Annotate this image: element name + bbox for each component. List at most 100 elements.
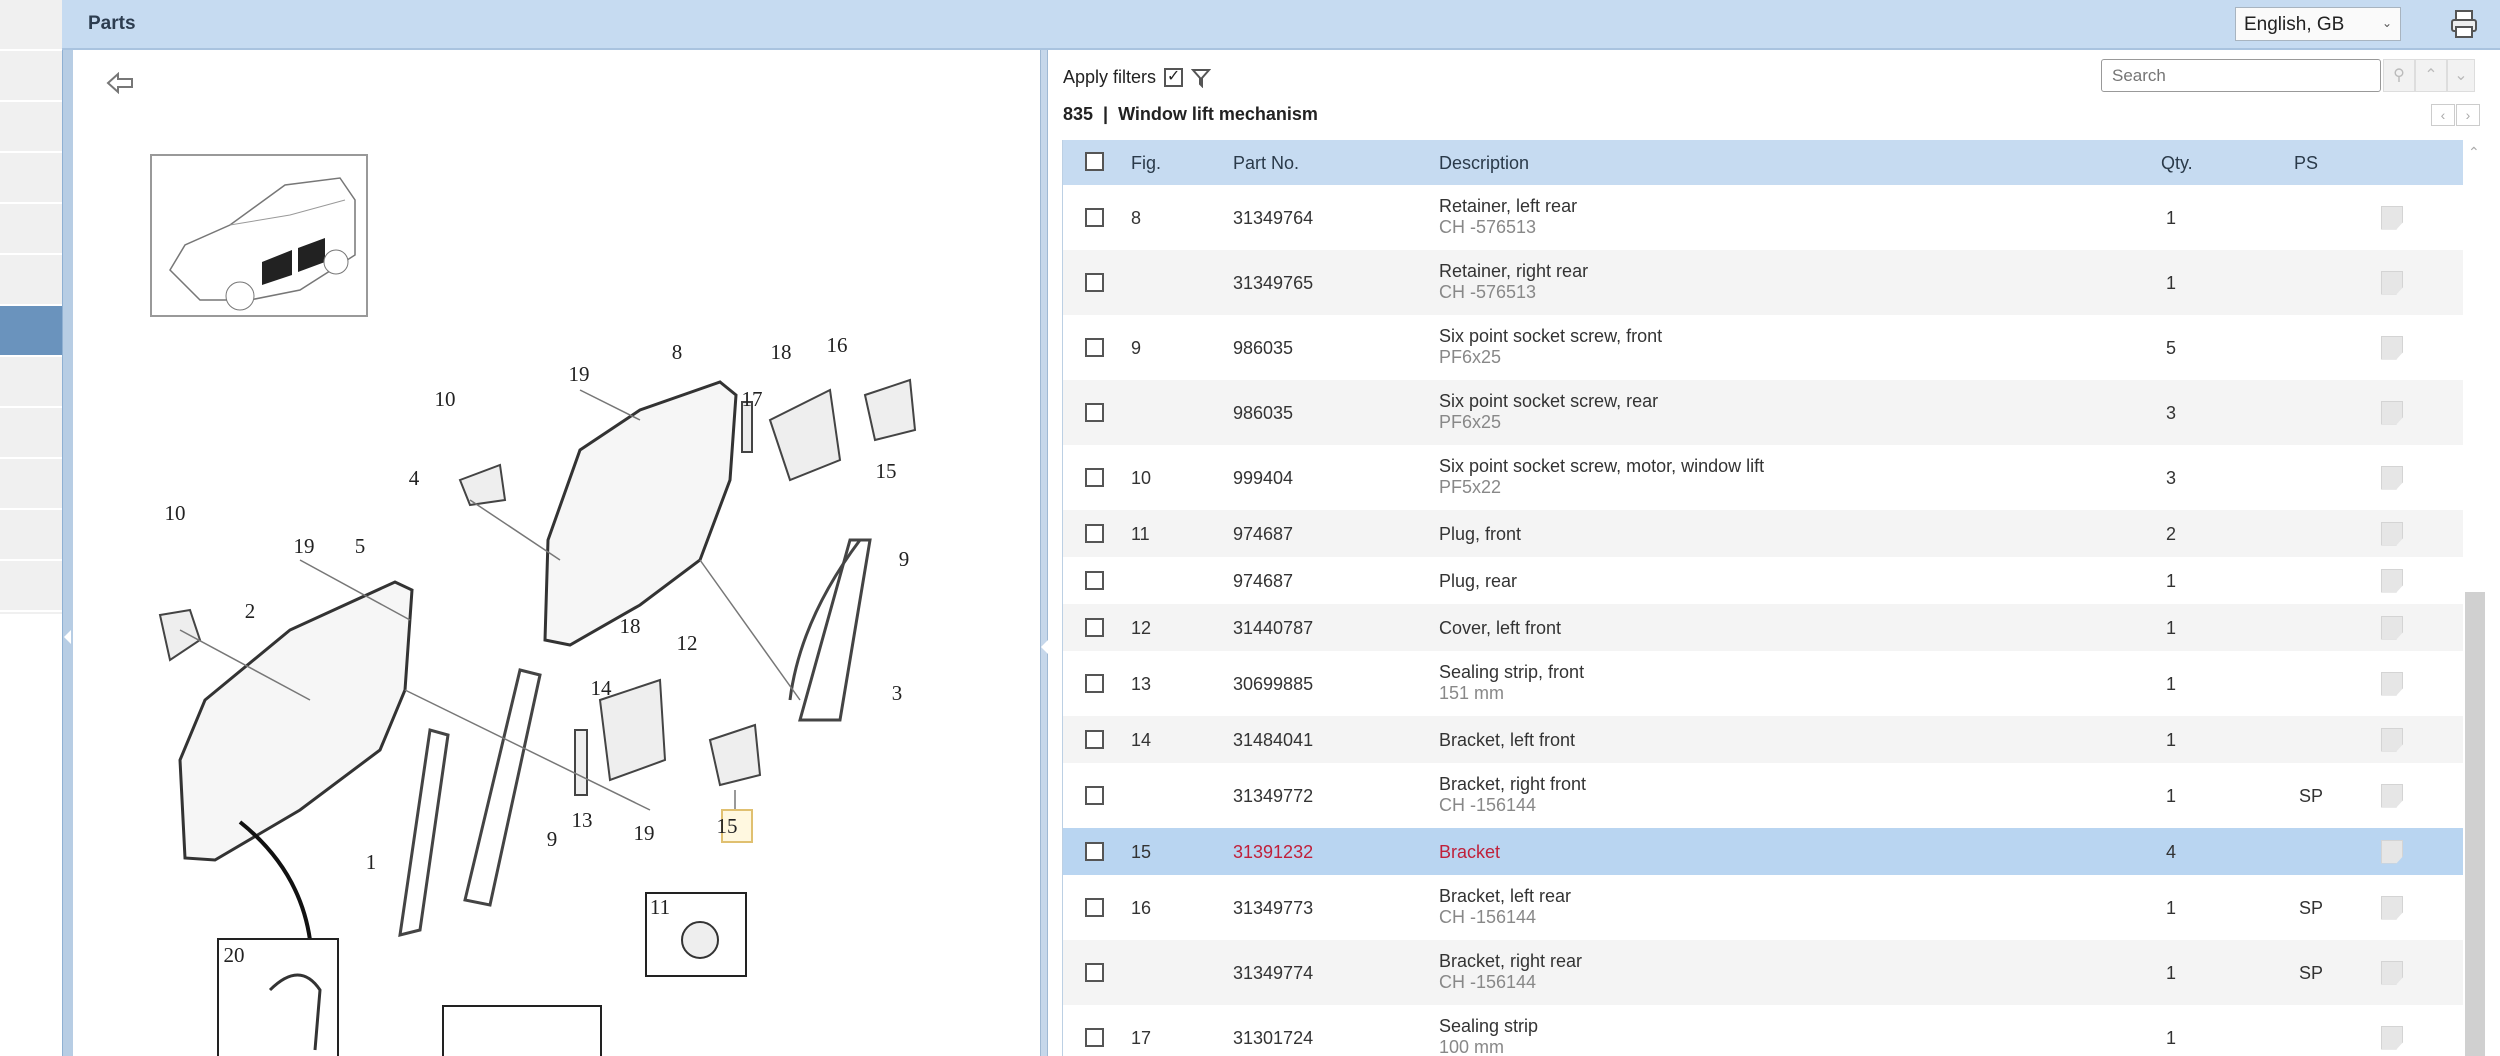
sidebar-item-selected[interactable]	[0, 306, 62, 357]
part-number[interactable]: 31391232	[1233, 842, 1313, 863]
row-checkbox[interactable]	[1085, 337, 1104, 357]
row-checkbox[interactable]	[1085, 729, 1104, 749]
column-ps[interactable]: PS	[2294, 153, 2318, 174]
table-row[interactable]: 17 31301724 Sealing strip 100 mm 1	[1063, 1005, 2463, 1056]
table-row[interactable]: 31349765 Retainer, right rear CH -576513 1	[1063, 250, 2463, 315]
row-checkbox[interactable]	[1085, 207, 1104, 227]
part-number[interactable]: 31301724	[1233, 1028, 1313, 1049]
callout-9[interactable]: 9	[899, 547, 910, 571]
part-number[interactable]: 31440787	[1233, 618, 1313, 639]
note-icon[interactable]	[2381, 400, 2403, 425]
callout-16[interactable]: 16	[827, 333, 848, 357]
note-icon[interactable]	[2381, 783, 2403, 808]
sidebar-item[interactable]	[0, 561, 62, 612]
table-row[interactable]: 974687 Plug, rear 1	[1063, 557, 2463, 604]
part-number[interactable]: 30699885	[1233, 674, 1313, 695]
scrollbar-thumb[interactable]	[2465, 592, 2485, 1056]
callout-20[interactable]: 20	[224, 943, 245, 967]
note-icon[interactable]	[2381, 465, 2403, 490]
filter-icon[interactable]	[1191, 68, 1212, 88]
table-row-selected[interactable]: 15 31391232 Bracket 4	[1063, 828, 2463, 875]
note-icon[interactable]	[2381, 270, 2403, 295]
callout-17[interactable]: 17	[742, 387, 763, 411]
callout-14[interactable]: 14	[591, 676, 613, 700]
scroll-up-icon[interactable]: ⌃	[2468, 144, 2480, 161]
select-all-checkbox[interactable]	[1085, 152, 1104, 171]
sidebar-item[interactable]	[0, 255, 62, 306]
table-row[interactable]: 11 974687 Plug, front 2	[1063, 510, 2463, 557]
collapse-arrow-icon[interactable]	[1041, 640, 1048, 654]
callout-4[interactable]: 4	[409, 466, 420, 490]
callout-2[interactable]: 2	[245, 599, 256, 623]
note-icon[interactable]	[2381, 671, 2403, 696]
table-row[interactable]: 14 31484041 Bracket, left front 1	[1063, 716, 2463, 763]
row-checkbox[interactable]	[1085, 673, 1104, 693]
callout-15[interactable]: 15	[717, 814, 738, 838]
callout-19[interactable]: 19	[294, 534, 315, 558]
table-row[interactable]: 31349772 Bracket, right front CH -156144 1…	[1063, 763, 2463, 828]
search-next-button[interactable]: ⌄	[2447, 59, 2475, 92]
sidebar-item[interactable]	[0, 357, 62, 408]
note-icon[interactable]	[2381, 615, 2403, 640]
sidebar-item[interactable]	[0, 459, 62, 510]
callout-5[interactable]: 5	[355, 534, 366, 558]
search-previous-button[interactable]: ⌃	[2415, 59, 2447, 92]
callout-18[interactable]: 18	[620, 614, 641, 638]
note-icon[interactable]	[2381, 839, 2403, 864]
part-number[interactable]: 31349773	[1233, 898, 1313, 919]
apply-filters-checkbox[interactable]: ✓	[1164, 68, 1184, 87]
callout-3[interactable]: 3	[892, 681, 903, 705]
part-number[interactable]: 31349764	[1233, 208, 1313, 229]
previous-section-button[interactable]: ‹	[2431, 104, 2455, 126]
vehicle-thumbnail[interactable]	[150, 154, 368, 317]
sidebar-splitter[interactable]	[62, 0, 73, 1056]
callout-11[interactable]: 11	[650, 895, 670, 919]
note-icon[interactable]	[2381, 335, 2403, 360]
note-icon[interactable]	[2381, 727, 2403, 752]
callout-15[interactable]: 15	[876, 459, 897, 483]
row-checkbox[interactable]	[1085, 523, 1104, 543]
column-fig[interactable]: Fig.	[1131, 153, 1161, 174]
sidebar-item[interactable]	[0, 408, 62, 459]
callout-1[interactable]: 1	[366, 850, 377, 874]
table-row[interactable]: 9 986035 Six point socket screw, front PF…	[1063, 315, 2463, 380]
column-qty[interactable]: Qty.	[2161, 153, 2193, 174]
callout-19[interactable]: 19	[569, 362, 590, 386]
exploded-parts-diagram[interactable]: 10198 18 16174 151019 529181214 31319 15191120	[73, 50, 1040, 1056]
print-icon[interactable]	[2450, 9, 2478, 39]
sidebar-item[interactable]	[0, 510, 62, 561]
callout-10[interactable]: 10	[165, 501, 186, 525]
table-row[interactable]: 8 31349764 Retainer, left rear CH -576513…	[1063, 185, 2463, 250]
callout-9[interactable]: 9	[547, 827, 558, 851]
part-number[interactable]: 986035	[1233, 338, 1293, 359]
part-number[interactable]: 31349774	[1233, 963, 1313, 984]
collapse-arrow-icon[interactable]	[64, 630, 71, 644]
row-checkbox[interactable]	[1085, 897, 1104, 917]
callout-13[interactable]: 13	[572, 808, 593, 832]
sidebar-item[interactable]	[0, 102, 62, 153]
row-checkbox[interactable]	[1085, 402, 1104, 422]
row-checkbox[interactable]	[1085, 841, 1104, 861]
table-row[interactable]: 31349774 Bracket, right rear CH -156144 1 …	[1063, 940, 2463, 1005]
row-checkbox[interactable]	[1085, 467, 1104, 487]
row-checkbox[interactable]	[1085, 272, 1104, 292]
note-icon[interactable]	[2381, 521, 2403, 546]
part-number[interactable]: 31349772	[1233, 786, 1313, 807]
search-input[interactable]	[2101, 59, 2381, 92]
next-section-button[interactable]: ›	[2456, 104, 2480, 126]
part-number[interactable]: 31484041	[1233, 730, 1313, 751]
note-icon[interactable]	[2381, 895, 2403, 920]
table-row[interactable]: 12 31440787 Cover, left front 1	[1063, 604, 2463, 651]
row-checkbox[interactable]	[1085, 962, 1104, 982]
part-number[interactable]: 999404	[1233, 468, 1293, 489]
note-icon[interactable]	[2381, 1025, 2403, 1050]
part-number[interactable]: 31349765	[1233, 273, 1313, 294]
callout-12[interactable]: 12	[677, 631, 698, 655]
note-icon[interactable]	[2381, 568, 2403, 593]
language-select[interactable]: English, GB ⌄	[2235, 7, 2401, 41]
column-part-no[interactable]: Part No.	[1233, 153, 1299, 174]
note-icon[interactable]	[2381, 205, 2403, 230]
row-checkbox[interactable]	[1085, 617, 1104, 637]
row-checkbox[interactable]	[1085, 1027, 1104, 1047]
sidebar-item[interactable]	[0, 204, 62, 255]
